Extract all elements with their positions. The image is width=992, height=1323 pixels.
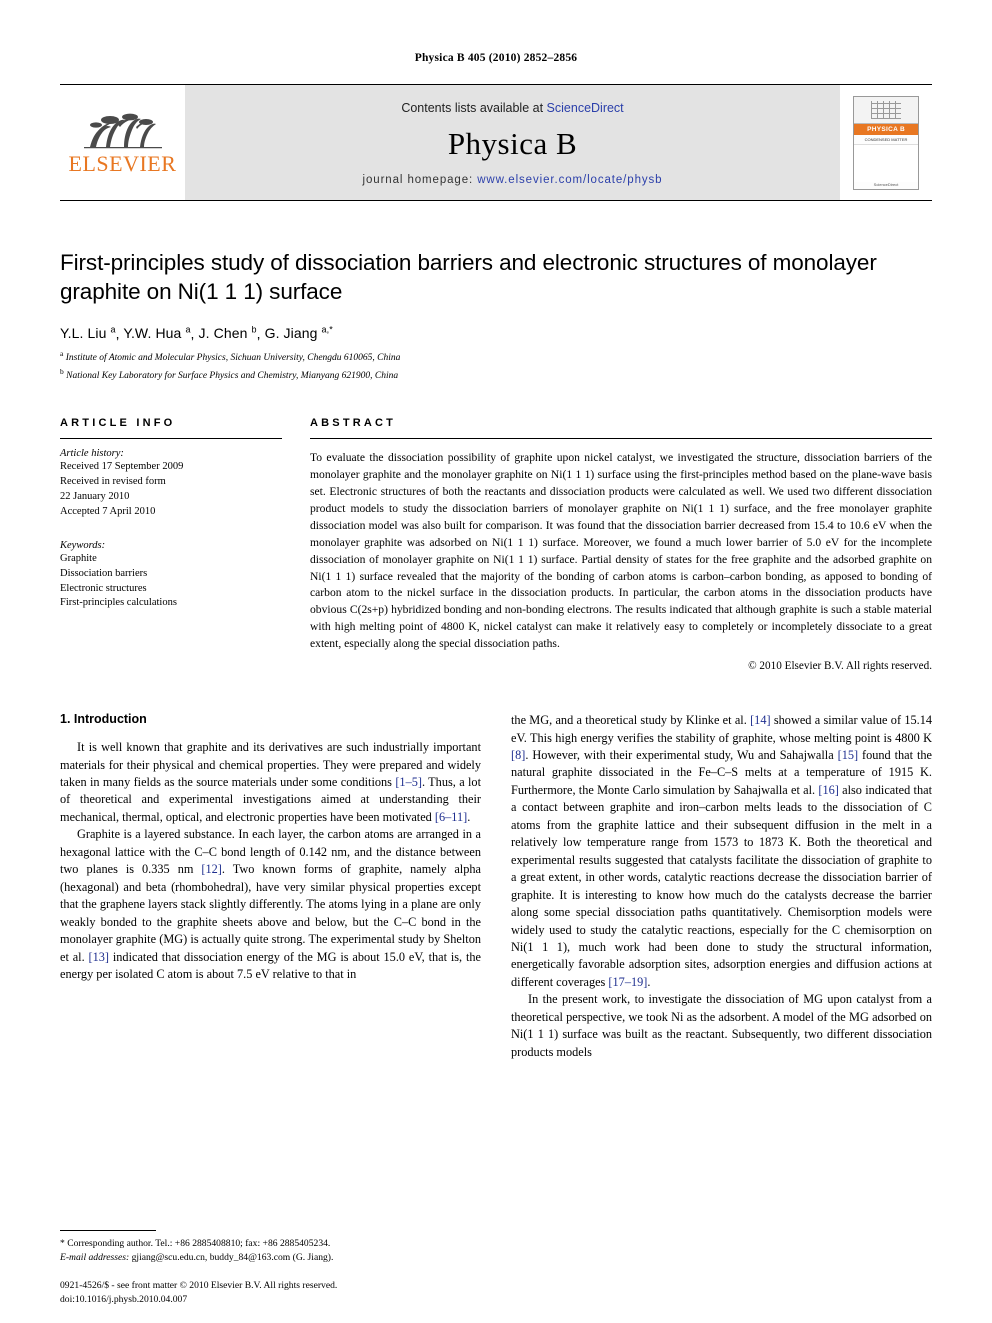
abstract-rule xyxy=(310,438,932,440)
citation-link[interactable]: [13] xyxy=(89,950,110,964)
page-title: First-principles study of dissociation b… xyxy=(60,250,877,304)
corresponding-author-line: * Corresponding author. Tel.: +86 288540… xyxy=(60,1238,331,1250)
cover-subtitle: CONDENSED MATTER xyxy=(854,135,918,145)
citation-link[interactable]: [12] xyxy=(201,862,222,876)
citation-link[interactable]: [6–11] xyxy=(435,810,467,824)
article-page: Physica B 405 (2010) 2852–2856 ELSEVIER … xyxy=(0,0,992,1323)
citation-link[interactable]: [8] xyxy=(511,748,525,762)
intro-paragraph-3: the MG, and a theoretical study by Klink… xyxy=(511,713,932,989)
history-item: Received in revised form xyxy=(60,475,166,487)
affiliation-2: b National Key Laboratory for Surface Ph… xyxy=(60,366,399,381)
history-item: Received 17 September 2009 xyxy=(60,461,184,473)
keyword-item: Graphite xyxy=(60,552,97,564)
affiliation-2-text: National Key Laboratory for Surface Phys… xyxy=(66,370,399,381)
citation-link[interactable]: [16] xyxy=(818,783,839,797)
abstract-heading: ABSTRACT xyxy=(310,417,397,430)
cover-grid-icon xyxy=(871,100,901,119)
cover-footer-text: ScienceDirect xyxy=(873,181,899,187)
abstract-copyright: © 2010 Elsevier B.V. All rights reserved… xyxy=(748,660,932,673)
keyword-item: Electronic structures xyxy=(60,582,147,594)
homepage-prefix: journal homepage: xyxy=(362,173,474,186)
affiliation-1-text: Institute of Atomic and Molecular Physic… xyxy=(65,353,401,364)
cover-volume-text: B xyxy=(899,125,905,133)
article-history-list: Received 17 September 2009 Received in r… xyxy=(60,460,282,520)
elsevier-tree-icon xyxy=(80,111,166,151)
corresponding-author-footnote: * Corresponding author. Tel.: +86 288540… xyxy=(60,1230,460,1265)
homepage-url-link[interactable]: www.elsevier.com/locate/physb xyxy=(477,174,662,186)
journal-title: Physica B xyxy=(447,125,578,161)
citation-link[interactable]: [15] xyxy=(838,748,859,762)
journal-homepage-line: journal homepage: www.elsevier.com/locat… xyxy=(363,174,663,186)
email-addresses[interactable]: gjiang@scu.edu.cn, buddy_84@163.com (G. … xyxy=(132,1252,334,1263)
author-3: J. Chen b xyxy=(198,324,257,342)
affiliation-1: a Institute of Atomic and Molecular Phys… xyxy=(60,349,401,364)
author-1: Y.L. Liu a xyxy=(60,324,116,342)
article-history-label: Article history: xyxy=(60,448,124,460)
sciencedirect-link[interactable]: ScienceDirect xyxy=(547,101,624,115)
contents-prefix: Contents lists available at xyxy=(401,100,544,115)
body-columns: 1. Introduction It is well known that gr… xyxy=(60,712,932,1061)
intro-paragraph-4: In the present work, to investigate the … xyxy=(511,992,932,1059)
contents-available-line: Contents lists available at ScienceDirec… xyxy=(401,101,623,115)
journal-cover-thumbnail: PHYSICA B CONDENSED MATTER ScienceDirect xyxy=(840,85,932,200)
author-4: G. Jiang a,* xyxy=(264,324,333,342)
article-info-heading: ARTICLE INFO xyxy=(60,417,176,430)
cover-title-text: PHYSICA xyxy=(867,125,898,133)
cover-artwork xyxy=(854,96,918,124)
elsevier-wordmark: ELSEVIER xyxy=(68,150,177,176)
section-heading-introduction: 1. Introduction xyxy=(60,712,147,727)
intro-paragraph-1: It is well known that graphite and its d… xyxy=(60,740,481,824)
article-info-rule xyxy=(60,438,282,440)
intro-paragraph-2: Graphite is a layered substance. In each… xyxy=(60,827,481,982)
running-head: Physica B 405 (2010) 2852–2856 xyxy=(414,52,578,64)
keywords-label: Keywords: xyxy=(60,539,106,551)
citation-link[interactable]: [17–19] xyxy=(608,975,647,989)
title-block: First-principles study of dissociation b… xyxy=(60,249,932,383)
issn-line: 0921-4526/$ - see front matter © 2010 El… xyxy=(60,1280,338,1292)
abstract-text: To evaluate the dissociation possibility… xyxy=(310,451,932,651)
history-item: Accepted 7 April 2010 xyxy=(60,505,156,517)
keyword-item: First-principles calculations xyxy=(60,597,177,609)
keyword-item: Dissociation barriers xyxy=(60,567,148,579)
doi-line[interactable]: doi:10.1016/j.physb.2010.04.007 xyxy=(60,1293,337,1307)
email-line: E-mail addresses: gjiang@scu.edu.cn, bud… xyxy=(60,1251,460,1265)
body-column-left: 1. Introduction It is well known that gr… xyxy=(60,712,481,1061)
info-abstract-row: ARTICLE INFO Article history: Received 1… xyxy=(60,417,932,672)
cover-journal-title: PHYSICA B xyxy=(854,123,918,135)
author-2: Y.W. Hua a xyxy=(123,324,191,342)
author-list: Y.L. Liu a, Y.W. Hua a, J. Chen b, G. Ji… xyxy=(60,324,333,342)
abstract-column: ABSTRACT To evaluate the dissociation po… xyxy=(310,417,932,672)
keywords-list: Graphite Dissociation barriers Electroni… xyxy=(60,552,282,612)
imprint-block: 0921-4526/$ - see front matter © 2010 El… xyxy=(60,1279,337,1307)
citation-link[interactable]: [14] xyxy=(750,713,771,727)
body-column-right: the MG, and a theoretical study by Klink… xyxy=(511,712,932,1061)
email-label: E-mail addresses: xyxy=(60,1252,130,1264)
cover-thumb: PHYSICA B CONDENSED MATTER ScienceDirect xyxy=(853,95,919,190)
journal-masthead: ELSEVIER Contents lists available at Sci… xyxy=(60,84,932,201)
elsevier-logo: ELSEVIER xyxy=(60,85,185,200)
cover-body xyxy=(854,144,918,182)
history-item: 22 January 2010 xyxy=(60,490,130,502)
citation-link[interactable]: [1–5] xyxy=(395,775,422,789)
article-info-column: ARTICLE INFO Article history: Received 1… xyxy=(60,417,282,672)
masthead-center: Contents lists available at ScienceDirec… xyxy=(185,85,840,200)
footnote-rule xyxy=(60,1230,156,1232)
